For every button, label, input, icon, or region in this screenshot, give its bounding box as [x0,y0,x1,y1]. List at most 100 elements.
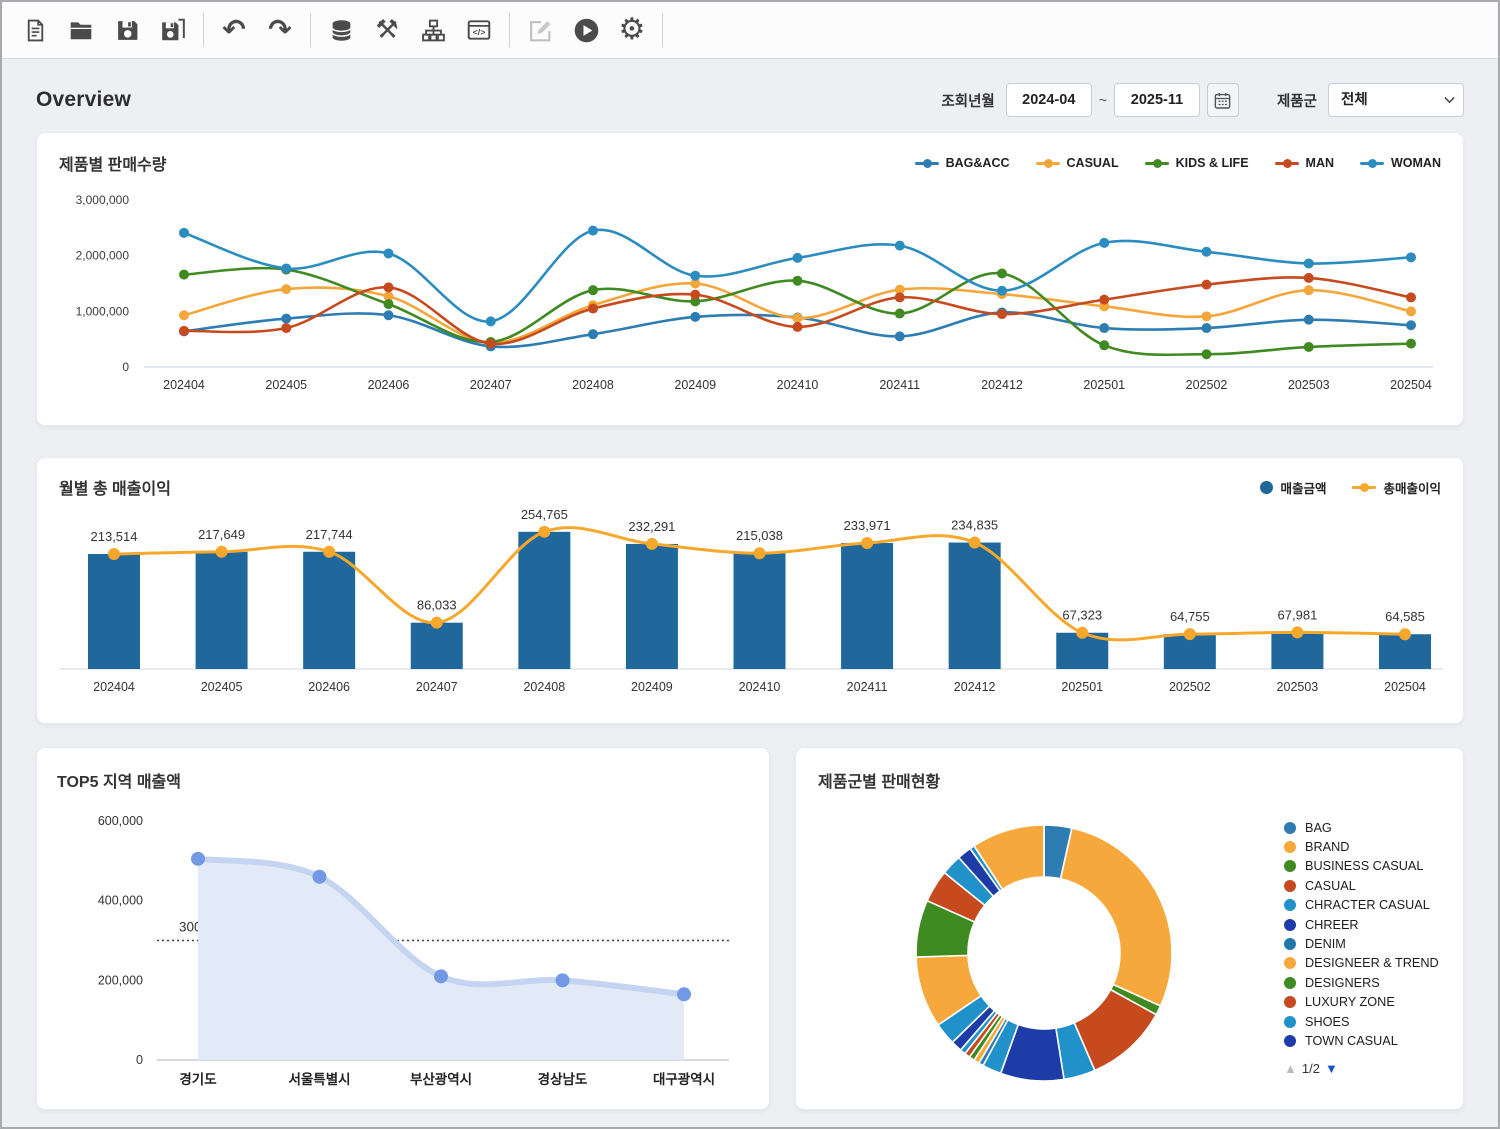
donut-legend-pagination: ▲ 1/2 ▼ [1284,1061,1454,1076]
donut-chart-wrap [879,788,1209,1123]
open-folder-button[interactable] [58,9,104,51]
svg-text:254,765: 254,765 [521,507,568,522]
settings-button[interactable]: ⚙ [609,9,655,51]
donut-legend-item-chracter-casual[interactable]: CHRACTER CASUAL [1284,896,1454,915]
legend-item-casual[interactable]: CASUAL [1036,156,1119,170]
period-start-input[interactable] [1006,83,1092,117]
code-editor-icon: </> [466,17,492,43]
svg-text:202502: 202502 [1169,680,1211,694]
database-button[interactable] [318,9,364,51]
svg-text:202408: 202408 [572,378,614,392]
new-document-icon [23,18,48,43]
line-dot-marker [915,159,939,168]
legend-item-woman[interactable]: WOMAN [1360,156,1441,170]
donut-legend-item-town-casual[interactable]: TOWN CASUAL [1284,1031,1454,1050]
svg-text:202411: 202411 [847,680,888,694]
save-all-icon [160,17,186,43]
run-button[interactable] [563,9,609,51]
monthly-profit-bar-chart: 213,514217,649217,74486,033254,765232,29… [59,499,1443,707]
svg-text:233,971: 233,971 [844,518,891,533]
legend-item-bag-acc[interactable]: BAG&ACC [915,156,1010,170]
donut-legend-item-casual[interactable]: CASUAL [1284,876,1454,895]
top5-region-area-chart: 600,000400,000200,0000300000경기도서울특별시부산광역… [57,792,751,1092]
legend-bullet [1284,977,1296,989]
main-content: Overview 조회년월 ~ 제품군 전체 제품별 판매수량 [2,80,1498,1110]
svg-text:부산광역시: 부산광역시 [410,1071,472,1087]
donut-legend-item-partial [1284,1051,1454,1058]
save-button[interactable] [104,9,150,51]
undo-button[interactable]: ↶ [211,9,257,51]
svg-text:202410: 202410 [739,680,781,694]
svg-text:67,323: 67,323 [1062,608,1102,623]
svg-text:202407: 202407 [416,680,458,694]
sitemap-button[interactable] [410,9,456,51]
top5-region-title: TOP5 지역 매출액 [57,768,181,792]
circle-marker [1260,481,1273,494]
donut-legend-item-denim[interactable]: DENIM [1284,934,1454,953]
svg-text:1,000,000: 1,000,000 [76,304,130,318]
filter-controls: 조회년월 ~ 제품군 전체 [941,83,1464,117]
app-window: ↶ ↷ ⚒ </> ⚙ Overview 조회년월 ~ [0,0,1500,1129]
tools-button[interactable]: ⚒ [364,9,410,51]
svg-text:600,000: 600,000 [98,814,143,828]
svg-text:202412: 202412 [981,378,1023,392]
legend-bullet [1284,860,1296,872]
svg-text:213,514: 213,514 [91,529,138,544]
legend-item-sales-amount[interactable]: 매출금액 [1260,478,1326,497]
svg-text:86,033: 86,033 [417,598,457,613]
svg-text:2,000,000: 2,000,000 [76,249,130,263]
redo-icon: ↷ [268,16,291,44]
save-all-button[interactable] [150,9,196,51]
save-icon [115,18,140,43]
open-folder-icon [68,17,94,43]
donut-legend-item-brand[interactable]: BRAND [1284,837,1454,856]
svg-text:202501: 202501 [1061,680,1103,694]
legend-item-man[interactable]: MAN [1275,156,1334,170]
svg-text:215,038: 215,038 [736,528,783,543]
period-end-input[interactable] [1114,83,1200,117]
legend-item-gross-profit[interactable]: 총매출이익 [1352,478,1441,497]
donut-legend-item-bag[interactable]: BAG [1284,818,1454,837]
svg-text:서울특별시: 서울특별시 [288,1071,350,1087]
sales-qty-legend: BAG&ACC CASUAL KIDS & LIFE MAN WOMAN [915,156,1441,170]
svg-text:400,000: 400,000 [98,894,143,908]
donut-legend-item-designeer-trend[interactable]: DESIGNEER & TREND [1284,954,1454,973]
svg-text:202504: 202504 [1390,378,1432,392]
donut-legend-item-chreer[interactable]: CHREER [1284,915,1454,934]
svg-text:202503: 202503 [1288,378,1330,392]
legend-item-kids-life[interactable]: KIDS & LIFE [1145,156,1249,170]
edit-button[interactable] [517,9,563,51]
legend-bullet [1284,822,1296,834]
donut-legend-item-business-casual[interactable]: BUSINESS CASUAL [1284,857,1454,876]
svg-text:202411: 202411 [879,378,920,392]
product-group-select[interactable]: 전체 [1328,83,1464,117]
donut-legend-item-luxury-zone[interactable]: LUXURY ZONE [1284,993,1454,1012]
new-document-button[interactable] [12,9,58,51]
monthly-profit-card: 월별 총 매출이익 매출금액총매출이익 213,514217,649217,74… [36,457,1464,724]
donut-legend-item-designers[interactable]: DESIGNERS [1284,973,1454,992]
svg-text:202406: 202406 [368,378,410,392]
svg-text:202405: 202405 [265,378,307,392]
line-dot-marker [1036,159,1060,168]
monthly-profit-legend: 매출금액 총매출이익 [1260,478,1441,497]
toolbar-separator [203,13,204,47]
svg-text:202503: 202503 [1277,680,1319,694]
svg-text:202502: 202502 [1186,378,1228,392]
top5-region-card: TOP5 지역 매출액 600,000400,000200,0000300000… [36,747,770,1110]
undo-icon: ↶ [222,16,245,44]
calendar-button[interactable] [1207,83,1239,117]
legend-bullet [1284,841,1296,853]
legend-page-down-icon[interactable]: ▼ [1325,1061,1338,1076]
line-dot-marker [1360,159,1384,168]
svg-text:경상남도: 경상남도 [538,1071,588,1087]
legend-bullet [1284,1035,1296,1047]
code-editor-button[interactable]: </> [456,9,502,51]
legend-page-up-icon[interactable]: ▲ [1284,1061,1297,1076]
tools-icon: ⚒ [375,17,398,43]
svg-text:200,000: 200,000 [98,973,143,987]
redo-button[interactable]: ↷ [257,9,303,51]
svg-text:234,835: 234,835 [951,518,998,533]
gear-icon: ⚙ [619,15,646,45]
donut-legend-item-shoes[interactable]: SHOES [1284,1012,1454,1031]
svg-text:202409: 202409 [631,680,673,694]
